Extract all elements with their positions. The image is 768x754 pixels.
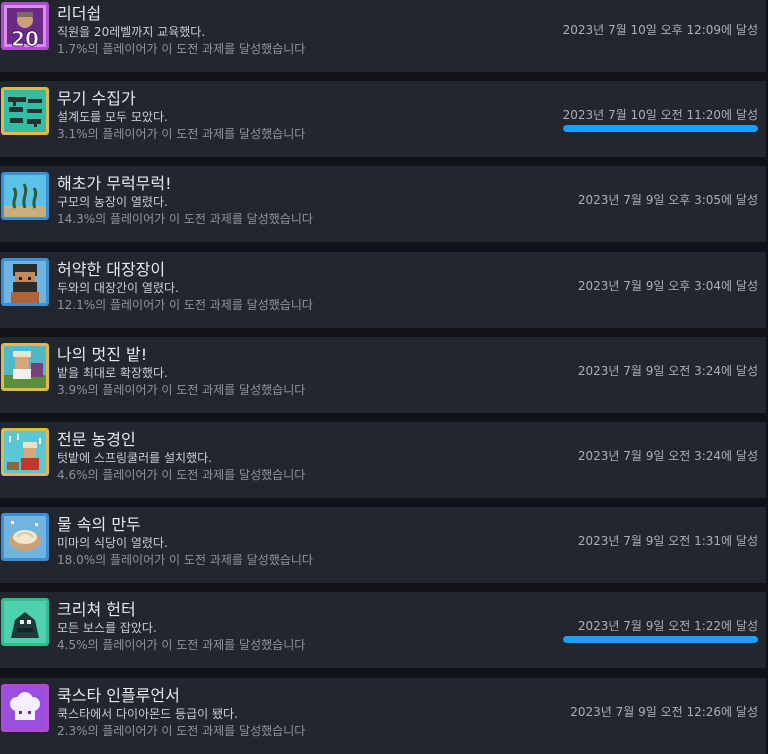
achievement-unlock-date: 2023년 7월 9일 오후 3:05에 달성: [577, 193, 758, 207]
achievement-description: 밭을 최대로 확장했다.: [57, 366, 168, 380]
seaweed-icon: [1, 172, 49, 220]
chef-hat-icon: [1, 684, 49, 732]
achievement-title: 나의 멋진 밭!: [57, 345, 148, 364]
achievement-unlock-rate: 14.3%의 플레이어가 이 도전 과제를 달성했습니다: [57, 212, 313, 226]
farmer-field-icon: [1, 343, 49, 391]
achievement-unlock-date: 2023년 7월 9일 오후 3:04에 달성: [577, 279, 758, 293]
achievement-description: 직원을 20레벨까지 교육했다.: [57, 25, 206, 39]
svg-text:20: 20: [11, 27, 39, 50]
achievement-description: 미마의 식당이 열렸다.: [57, 536, 168, 550]
achievement-title: 무기 수집가: [57, 89, 136, 108]
achievement-unlock-date: 2023년 7월 9일 오전 1:31에 달성: [577, 534, 758, 548]
achievement-title: 쿡스타 인플루언서: [57, 686, 180, 705]
achievement-row[interactable]: 20 리더쉽 직원을 20레벨까지 교육했다. 1.7%의 플레이어가 이 도전…: [0, 0, 766, 72]
achievement-unlock-date: 2023년 7월 10일 오후 12:09에 달성: [562, 23, 758, 37]
achievement-unlock-rate: 4.6%의 플레이어가 이 도전 과제를 달성했습니다: [57, 468, 306, 482]
weapon-collection-icon: [1, 87, 49, 135]
achievement-row[interactable]: 나의 멋진 밭! 밭을 최대로 확장했다. 3.9%의 플레이어가 이 도전 과…: [0, 337, 766, 413]
achievement-unlock-date: 2023년 7월 9일 오전 1:22에 달성: [577, 619, 758, 633]
achievement-description: 설계도를 모두 모았다.: [57, 110, 168, 124]
achievement-description: 모든 보스를 잡았다.: [57, 621, 157, 635]
achievement-unlock-rate: 12.1%의 플레이어가 이 도전 과제를 달성했습니다: [57, 298, 313, 312]
achievement-row[interactable]: 물 속의 만두 미마의 식당이 열렸다. 18.0%의 플레이어가 이 도전 과…: [0, 507, 766, 583]
achievement-description: 두와의 대장간이 열렸다.: [57, 281, 179, 295]
achievement-row[interactable]: 크리쳐 헌터 모든 보스를 잡았다. 4.5%의 플레이어가 이 도전 과제를 …: [0, 592, 766, 668]
achievement-row[interactable]: 해초가 무럭무럭! 구모의 농장이 열렸다. 14.3%의 플레이어가 이 도전…: [0, 166, 766, 242]
achievement-title: 리더쉽: [57, 4, 102, 23]
blacksmith-portrait-icon: [1, 258, 49, 306]
achievement-row[interactable]: 전문 농경인 텃밭에 스프링쿨러를 설치했다. 4.6%의 플레이어가 이 도전…: [0, 422, 766, 498]
achievement-unlock-rate: 3.9%의 플레이어가 이 도전 과제를 달성했습니다: [57, 383, 306, 397]
achievement-row[interactable]: 무기 수집가 설계도를 모두 모았다. 3.1%의 플레이어가 이 도전 과제를…: [0, 81, 766, 157]
progress-fill: [563, 636, 758, 643]
sprinkler-farmer-icon: [1, 428, 49, 476]
achievement-title: 허약한 대장장이: [57, 260, 166, 279]
achievement-unlock-date: 2023년 7월 10일 오전 11:20에 달성: [562, 108, 758, 122]
achievement-unlock-rate: 3.1%의 플레이어가 이 도전 과제를 달성했습니다: [57, 127, 306, 141]
creature-hunter-icon: [1, 598, 49, 646]
achievement-description: 구모의 농장이 열렸다.: [57, 195, 168, 209]
progress-fill: [563, 125, 758, 132]
achievement-title: 해초가 무럭무럭!: [57, 174, 172, 193]
achievement-row[interactable]: 허약한 대장장이 두와의 대장간이 열렸다. 12.1%의 플레이어가 이 도전…: [0, 252, 766, 328]
dumpling-bowl-icon: [1, 513, 49, 561]
achievement-unlock-rate: 18.0%의 플레이어가 이 도전 과제를 달성했습니다: [57, 553, 313, 567]
achievement-unlock-date: 2023년 7월 9일 오전 3:24에 달성: [577, 449, 758, 463]
achievement-description: 텃밭에 스프링쿨러를 설치했다.: [57, 451, 212, 465]
achievement-description: 쿡스타에서 다이아몬드 등급이 됐다.: [57, 707, 238, 721]
achievement-row[interactable]: 쿡스타 인플루언서 쿡스타에서 다이아몬드 등급이 됐다. 2.3%의 플레이어…: [0, 678, 766, 754]
leadership-20-icon: 20: [1, 2, 49, 50]
achievement-progress-bar: [563, 125, 758, 132]
achievement-title: 물 속의 만두: [57, 515, 141, 534]
achievement-progress-bar: [563, 636, 758, 643]
achievement-title: 전문 농경인: [57, 430, 136, 449]
achievement-unlock-rate: 4.5%의 플레이어가 이 도전 과제를 달성했습니다: [57, 638, 306, 652]
achievement-unlock-date: 2023년 7월 9일 오전 12:26에 달성: [570, 705, 758, 719]
achievement-unlock-rate: 2.3%의 플레이어가 이 도전 과제를 달성했습니다: [57, 724, 306, 738]
achievement-unlock-date: 2023년 7월 9일 오전 3:24에 달성: [577, 364, 758, 378]
achievement-unlock-rate: 1.7%의 플레이어가 이 도전 과제를 달성했습니다: [57, 42, 306, 56]
achievement-title: 크리쳐 헌터: [57, 600, 136, 619]
